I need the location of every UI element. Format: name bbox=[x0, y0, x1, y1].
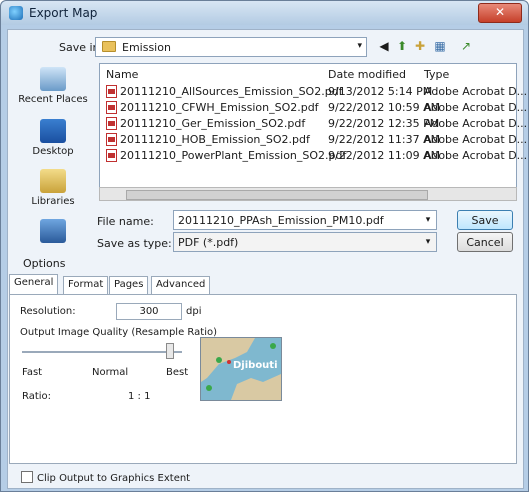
tab-general[interactable]: General bbox=[9, 274, 59, 295]
resolution-unit: dpi bbox=[186, 306, 202, 317]
file-list[interactable]: Name Date modified Type 20111210_AllSour… bbox=[99, 63, 527, 201]
save-as-type-combo[interactable]: PDF (*.pdf) bbox=[173, 232, 437, 252]
tab-advanced[interactable]: Advanced bbox=[151, 276, 211, 294]
map-preview: Djibouti bbox=[200, 337, 282, 401]
chevron-down-icon[interactable]: ▾ bbox=[357, 41, 362, 51]
ratio-value: 1 : 1 bbox=[128, 391, 151, 402]
new-folder-icon[interactable]: ✚ bbox=[411, 37, 429, 55]
map-point bbox=[206, 385, 212, 391]
connect-folder-icon[interactable]: ↗ bbox=[457, 37, 475, 55]
file-name: 20111210_AllSources_Emission_SO2.pdf bbox=[120, 85, 343, 98]
up-folder-icon[interactable]: ⬆ bbox=[393, 37, 411, 55]
libraries-icon bbox=[40, 169, 66, 193]
place-computer[interactable] bbox=[13, 219, 93, 246]
quality-label: Output Image Quality (Resample Ratio) bbox=[20, 327, 217, 338]
place-label: Recent Places bbox=[18, 94, 88, 105]
folder-icon bbox=[102, 41, 116, 52]
dialog-title: Export Map bbox=[29, 6, 98, 20]
clip-output-checkbox[interactable] bbox=[21, 471, 33, 483]
quality-slider-track[interactable] bbox=[22, 351, 182, 353]
file-row[interactable]: 20111210_PowerPlant_Emission_SO2.pdf 9/2… bbox=[100, 148, 527, 164]
file-row[interactable]: 20111210_CFWH_Emission_SO2.pdf 9/22/2012… bbox=[100, 100, 527, 116]
cancel-button[interactable]: Cancel bbox=[457, 232, 513, 252]
column-header-type[interactable]: Type bbox=[424, 68, 449, 81]
resolution-input[interactable]: 300 bbox=[116, 303, 182, 320]
file-row[interactable]: 20111210_AllSources_Emission_SO2.pdf 9/1… bbox=[100, 84, 527, 100]
file-name-label: File name: bbox=[97, 215, 154, 228]
quality-fast-label: Fast bbox=[22, 367, 43, 378]
general-options-panel: Resolution: 300 dpi Output Image Quality… bbox=[9, 294, 517, 464]
file-type: Adobe Acrobat D... bbox=[424, 85, 528, 98]
chevron-down-icon[interactable]: ▾ bbox=[419, 233, 437, 251]
quality-normal-label: Normal bbox=[92, 367, 129, 378]
file-date: 9/22/2012 12:35 PM bbox=[328, 117, 440, 130]
place-recent-places[interactable]: Recent Places bbox=[13, 67, 93, 105]
file-name: 20111210_CFWH_Emission_SO2.pdf bbox=[120, 101, 319, 114]
save-in-value: Emission bbox=[122, 41, 171, 54]
desktop-icon bbox=[40, 119, 66, 143]
file-name: 20111210_Ger_Emission_SO2.pdf bbox=[120, 117, 306, 130]
computer-icon bbox=[40, 219, 66, 243]
map-point bbox=[216, 357, 222, 363]
file-name: 20111210_HOB_Emission_SO2.pdf bbox=[120, 133, 310, 146]
tab-pages[interactable]: Pages bbox=[109, 276, 149, 294]
tab-format[interactable]: Format bbox=[63, 276, 109, 294]
back-icon[interactable]: ◀ bbox=[375, 37, 393, 55]
column-header-name[interactable]: Name bbox=[106, 68, 138, 81]
file-name-input[interactable]: 20111210_PPAsh_Emission_PM10.pdf bbox=[173, 210, 437, 230]
map-point bbox=[270, 343, 276, 349]
file-type: Adobe Acrobat D... bbox=[424, 101, 528, 114]
places-bar: Recent Places Desktop Libraries bbox=[13, 63, 93, 245]
file-row[interactable]: 20111210_Ger_Emission_SO2.pdf 9/22/2012 … bbox=[100, 116, 527, 132]
pdf-file-icon bbox=[106, 133, 117, 146]
close-button[interactable]: ✕ bbox=[478, 3, 522, 23]
clip-output-label: Clip Output to Graphics Extent bbox=[37, 473, 191, 484]
map-preview-label: Djibouti bbox=[233, 360, 278, 371]
pdf-file-icon bbox=[106, 101, 117, 114]
place-desktop[interactable]: Desktop bbox=[13, 119, 93, 157]
clip-output-option[interactable]: Clip Output to Graphics Extent bbox=[21, 471, 190, 484]
app-icon bbox=[9, 6, 23, 20]
view-menu-icon[interactable]: ▦ bbox=[431, 37, 449, 55]
quality-slider-thumb[interactable] bbox=[166, 343, 174, 359]
chevron-down-icon[interactable]: ▾ bbox=[419, 211, 437, 229]
quality-best-label: Best bbox=[166, 367, 189, 378]
file-date: 9/13/2012 5:14 PM bbox=[328, 85, 433, 98]
save-in-combo[interactable]: Emission ▾ bbox=[95, 37, 367, 57]
pdf-file-icon bbox=[106, 149, 117, 162]
title-bar[interactable]: Export Map ✕ bbox=[1, 1, 528, 25]
pdf-file-icon bbox=[106, 117, 117, 130]
file-type: Adobe Acrobat D... bbox=[424, 133, 528, 146]
save-as-type-label: Save as type: bbox=[97, 237, 172, 250]
file-name: 20111210_PowerPlant_Emission_SO2.pdf bbox=[120, 149, 347, 162]
export-map-dialog: Export Map ✕ Save in: Emission ▾ ◀ ⬆ ✚ ▦… bbox=[0, 0, 529, 492]
recent-places-icon bbox=[40, 67, 66, 91]
column-header-date-modified[interactable]: Date modified bbox=[328, 68, 406, 81]
place-label: Desktop bbox=[32, 146, 74, 157]
file-type: Adobe Acrobat D... bbox=[424, 149, 528, 162]
pdf-file-icon bbox=[106, 85, 117, 98]
place-libraries[interactable]: Libraries bbox=[13, 169, 93, 207]
resolution-label: Resolution: bbox=[20, 306, 76, 317]
scrollbar-thumb[interactable] bbox=[126, 190, 428, 200]
ratio-label: Ratio: bbox=[22, 391, 52, 402]
place-label: Libraries bbox=[31, 196, 75, 207]
horizontal-scrollbar[interactable] bbox=[99, 187, 517, 201]
map-point bbox=[227, 360, 231, 364]
file-type: Adobe Acrobat D... bbox=[424, 117, 528, 130]
file-row[interactable]: 20111210_HOB_Emission_SO2.pdf 9/22/2012 … bbox=[100, 132, 527, 148]
save-button[interactable]: Save bbox=[457, 210, 513, 230]
options-toggle[interactable]: Options bbox=[23, 257, 65, 270]
